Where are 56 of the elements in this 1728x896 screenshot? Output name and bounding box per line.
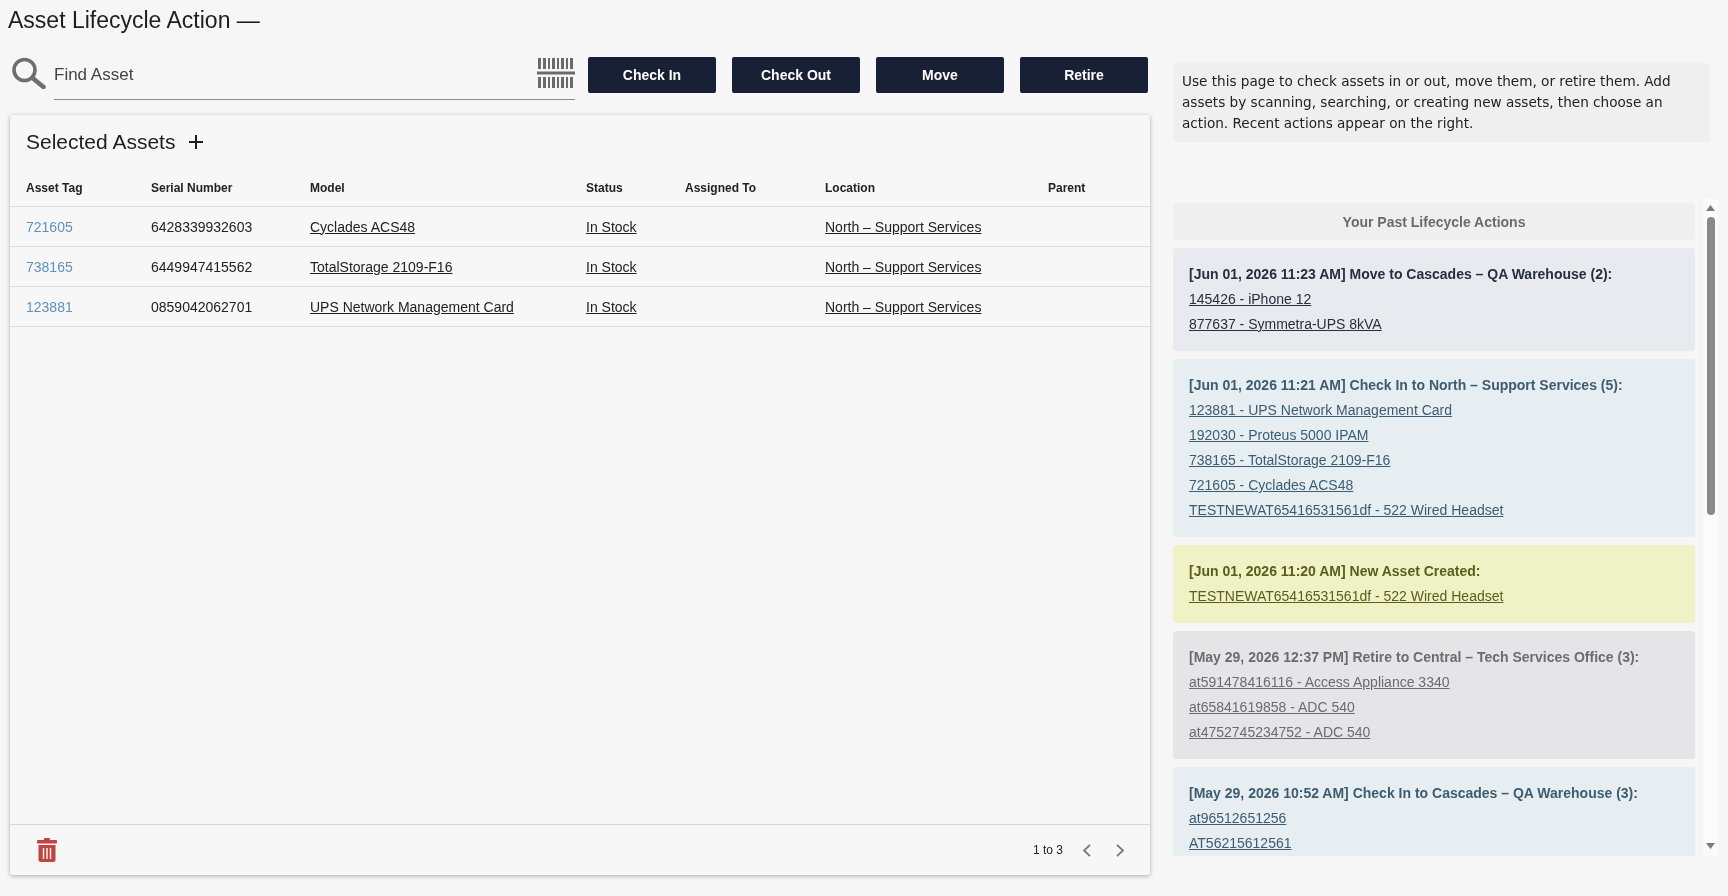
asset-link[interactable]: AT56215612561 [1189,831,1292,856]
asset-link[interactable]: 877637 - Symmetra-UPS 8kVA [1189,312,1382,337]
action-button[interactable]: Check In [588,57,716,93]
asset-link[interactable]: 145426 - iPhone 12 [1189,287,1312,312]
status-link[interactable]: In Stock [586,297,637,316]
table-cell: 0859042062701 [151,297,253,316]
action-button[interactable]: Check Out [732,57,860,93]
action-title: [Jun 01, 2026 11:21 AM] Check In to North – Support Services (5): [1189,376,1624,395]
asset-link[interactable]: 721605 - Cyclades ACS48 [1189,473,1354,498]
page-title: Asset Lifecycle Action — [8,7,260,33]
asset-link[interactable]: 738165 - TotalStorage 2109-F16 [1189,448,1391,473]
column-header: Location [825,179,875,196]
column-header: Asset Tag [26,179,83,196]
table-cell: 6428339932603 [151,217,253,236]
scrollbar-thumb[interactable] [1706,217,1715,515]
model-link[interactable]: UPS Network Management Card [310,297,514,316]
location-link[interactable]: North – Support Services [825,297,982,316]
search-field[interactable]: Find Asset [54,52,537,98]
search-icon [11,57,46,89]
barcode-icon[interactable] [537,58,575,88]
asset-link[interactable]: TESTNEWAT65416531561df - 522 Wired Headset [1189,498,1504,523]
chevron-right-icon[interactable] [1116,843,1124,857]
column-header: Parent [1048,179,1086,196]
asset-link[interactable]: at4752745234752 - ADC 540 [1189,720,1371,745]
model-link[interactable]: Cyclades ACS48 [310,217,416,236]
status-link[interactable]: In Stock [586,257,637,276]
asset-link[interactable]: TESTNEWAT65416531561df - 522 Wired Headset [1189,584,1504,609]
asset-link[interactable]: 123881 - UPS Network Management Card [1189,398,1453,423]
chevron-left-icon[interactable] [1083,843,1091,857]
asset-link[interactable]: at65841619858 - ADC 540 [1189,695,1355,720]
trash-icon[interactable] [37,838,57,862]
scroll-down-icon[interactable] [1706,843,1715,849]
action-title: [May 29, 2026 12:37 PM] Retire to Central – Tech Services Office (3): [1189,648,1641,667]
action-button[interactable]: Move [876,57,1004,93]
column-header: Serial Number [151,179,233,196]
column-header: Assigned To [685,179,757,196]
history-header: Your Past Lifecycle Actions [1173,203,1695,240]
action-title: [Jun 01, 2026 11:20 AM] New Asset Created: [1189,562,1482,581]
table-cell: 6449947415562 [151,257,253,276]
model-link[interactable]: TotalStorage 2109-F16 [310,257,453,276]
location-link[interactable]: North – Support Services [825,217,982,236]
pagination-label: 1 to 3 [1032,842,1063,858]
status-link[interactable]: In Stock [586,217,637,236]
column-header: Model [310,179,345,196]
column-header: Status [586,179,623,196]
section-title: Selected Assets [26,129,176,155]
action-button[interactable]: Retire [1020,57,1148,93]
scroll-up-icon[interactable] [1706,205,1715,211]
asset-link[interactable]: at591478416116 - Access Appliance 3340 [1189,670,1450,695]
help-text: Use this page to check assets in or out, move them, or retire them. Add assets by scanning, searching, or creating new assets, then choose an action. Recent actions appear on the right. [1182,72,1672,133]
add-icon[interactable] [189,135,204,149]
action-title: [May 29, 2026 10:52 AM] Check In to Cascades – QA Warehouse (3): [1189,784,1639,803]
asset-link[interactable]: 192030 - Proteus 5000 IPAM [1189,423,1369,448]
location-link[interactable]: North – Support Services [825,257,982,276]
action-title: [Jun 01, 2026 11:23 AM] Move to Cascades – QA Warehouse (2): [1189,265,1614,284]
asset-link[interactable]: at96512651256 [1189,806,1287,831]
